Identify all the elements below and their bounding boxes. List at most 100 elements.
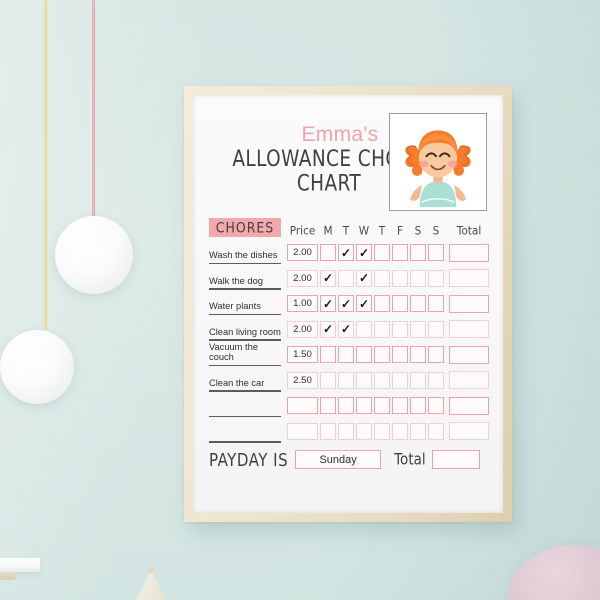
checkbox-wed[interactable] [356,422,372,440]
checkbox-tue[interactable]: ✓ [338,320,354,338]
header-day-sun: S [432,224,440,238]
price-value: 1.50 [293,349,312,361]
checkbox-sat[interactable] [410,295,426,313]
chore-label: Water plants [209,301,261,312]
checkbox-sun[interactable] [428,244,444,262]
checkbox-fri[interactable] [392,269,408,287]
checkbox-fri[interactable] [392,320,408,338]
checkbox-tue[interactable] [338,269,354,287]
checkbox-sun[interactable] [428,346,444,364]
price-box[interactable]: 2.50 [287,371,318,389]
checkbox-sat[interactable] [410,244,426,262]
checkbox-mon[interactable] [320,422,336,440]
checkbox-fri[interactable] [392,346,408,364]
checkbox-tue[interactable]: ✓ [338,295,354,313]
checkbox-sat[interactable] [410,397,426,415]
table-row: Vacuum the couch 1.50 [207,342,489,368]
checkbox-sat[interactable] [410,320,426,338]
checkbox-sat[interactable] [410,269,426,287]
writing-line [209,313,281,316]
checkbox-wed[interactable] [356,346,372,364]
chore-label: Vacuum the couch [209,342,258,363]
grand-total-box[interactable] [431,450,480,469]
white-globe-lamp [0,330,74,404]
price-box[interactable]: 1.00 [287,295,318,313]
checkbox-thu[interactable] [374,397,390,415]
chore-name-cell[interactable]: Walk the dog [209,267,281,290]
table-header-row: CHORES Price M T W T F S S Total [207,215,489,238]
checkbox-thu[interactable] [374,371,390,389]
row-total-box[interactable] [449,422,489,441]
checkbox-fri[interactable] [392,244,408,262]
checkbox-fri[interactable] [392,371,408,389]
chore-name-cell[interactable]: Water plants [209,292,281,316]
row-total-box[interactable] [449,371,489,390]
checkbox-wed[interactable]: ✓ [356,269,372,287]
chore-name-cell[interactable] [209,420,281,443]
checkbox-wed[interactable] [356,320,372,338]
checkbox-fri[interactable] [392,295,408,313]
row-total-box[interactable] [449,320,489,339]
checkbox-sat[interactable] [410,422,426,440]
checkbox-thu[interactable] [374,244,390,262]
chore-name-cell[interactable]: Clean living room [209,318,281,341]
payday-value-box[interactable]: Sunday [295,450,382,469]
checkmark-icon: ✓ [340,245,352,260]
checkbox-mon[interactable] [320,371,336,389]
chore-name-cell[interactable]: Wash the dishes [209,241,281,265]
chore-label: Clean living room [209,326,281,337]
checkbox-tue[interactable] [338,397,354,415]
checkbox-tue[interactable] [338,422,354,440]
checkbox-thu[interactable] [374,295,390,313]
checkbox-fri[interactable] [392,397,408,415]
price-value: 2.50 [293,374,312,386]
checkbox-wed[interactable] [356,371,372,389]
row-total-box[interactable] [449,345,489,364]
checkbox-sun[interactable] [428,269,444,287]
writing-line [209,441,281,443]
checkbox-sun[interactable] [428,397,444,415]
checkbox-sun[interactable] [428,295,444,313]
row-total-box[interactable] [449,243,489,262]
checkbox-mon[interactable] [320,346,336,364]
checkbox-tue[interactable]: ✓ [338,244,354,262]
row-total-box[interactable] [449,396,489,415]
price-box[interactable]: 2.00 [287,269,318,287]
row-total-box[interactable] [449,269,489,288]
row-cells: 1.00 ✓ ✓ ✓ [287,294,489,313]
price-box[interactable]: 1.50 [287,346,318,364]
chore-name-cell[interactable]: Clean the car [209,369,281,392]
price-box[interactable] [287,422,318,440]
price-value: 2.00 [293,247,312,259]
checkbox-fri[interactable] [392,422,408,440]
checkbox-thu[interactable] [374,320,390,338]
chores-banner-label: CHORES [215,218,275,237]
checkbox-thu[interactable] [374,269,390,287]
checkbox-sat[interactable] [410,346,426,364]
checkbox-wed[interactable]: ✓ [356,244,372,262]
checkbox-thu[interactable] [374,346,390,364]
checkbox-tue[interactable] [338,371,354,389]
checkbox-sat[interactable] [410,371,426,389]
checkbox-mon[interactable]: ✓ [320,269,336,287]
chore-name-cell[interactable]: Vacuum the couch [209,342,281,367]
checkbox-tue[interactable] [338,346,354,364]
checkbox-mon[interactable]: ✓ [320,320,336,338]
checkbox-mon[interactable] [320,244,336,262]
checkbox-thu[interactable] [374,422,390,440]
checkbox-sun[interactable] [428,371,444,389]
header-day-fri: F [396,224,404,238]
checkbox-sun[interactable] [428,422,444,440]
checkbox-mon[interactable]: ✓ [320,295,336,313]
row-total-box[interactable] [449,294,489,313]
checkmark-icon: ✓ [358,271,370,286]
checkbox-mon[interactable] [320,397,336,415]
chore-name-cell[interactable] [209,394,281,418]
price-box[interactable] [287,397,318,415]
checkbox-wed[interactable]: ✓ [356,295,372,313]
checkbox-wed[interactable] [356,397,372,415]
teepee-tip [148,566,153,573]
price-box[interactable]: 2.00 [287,320,318,338]
price-box[interactable]: 2.00 [287,244,318,262]
checkbox-sun[interactable] [428,320,444,338]
